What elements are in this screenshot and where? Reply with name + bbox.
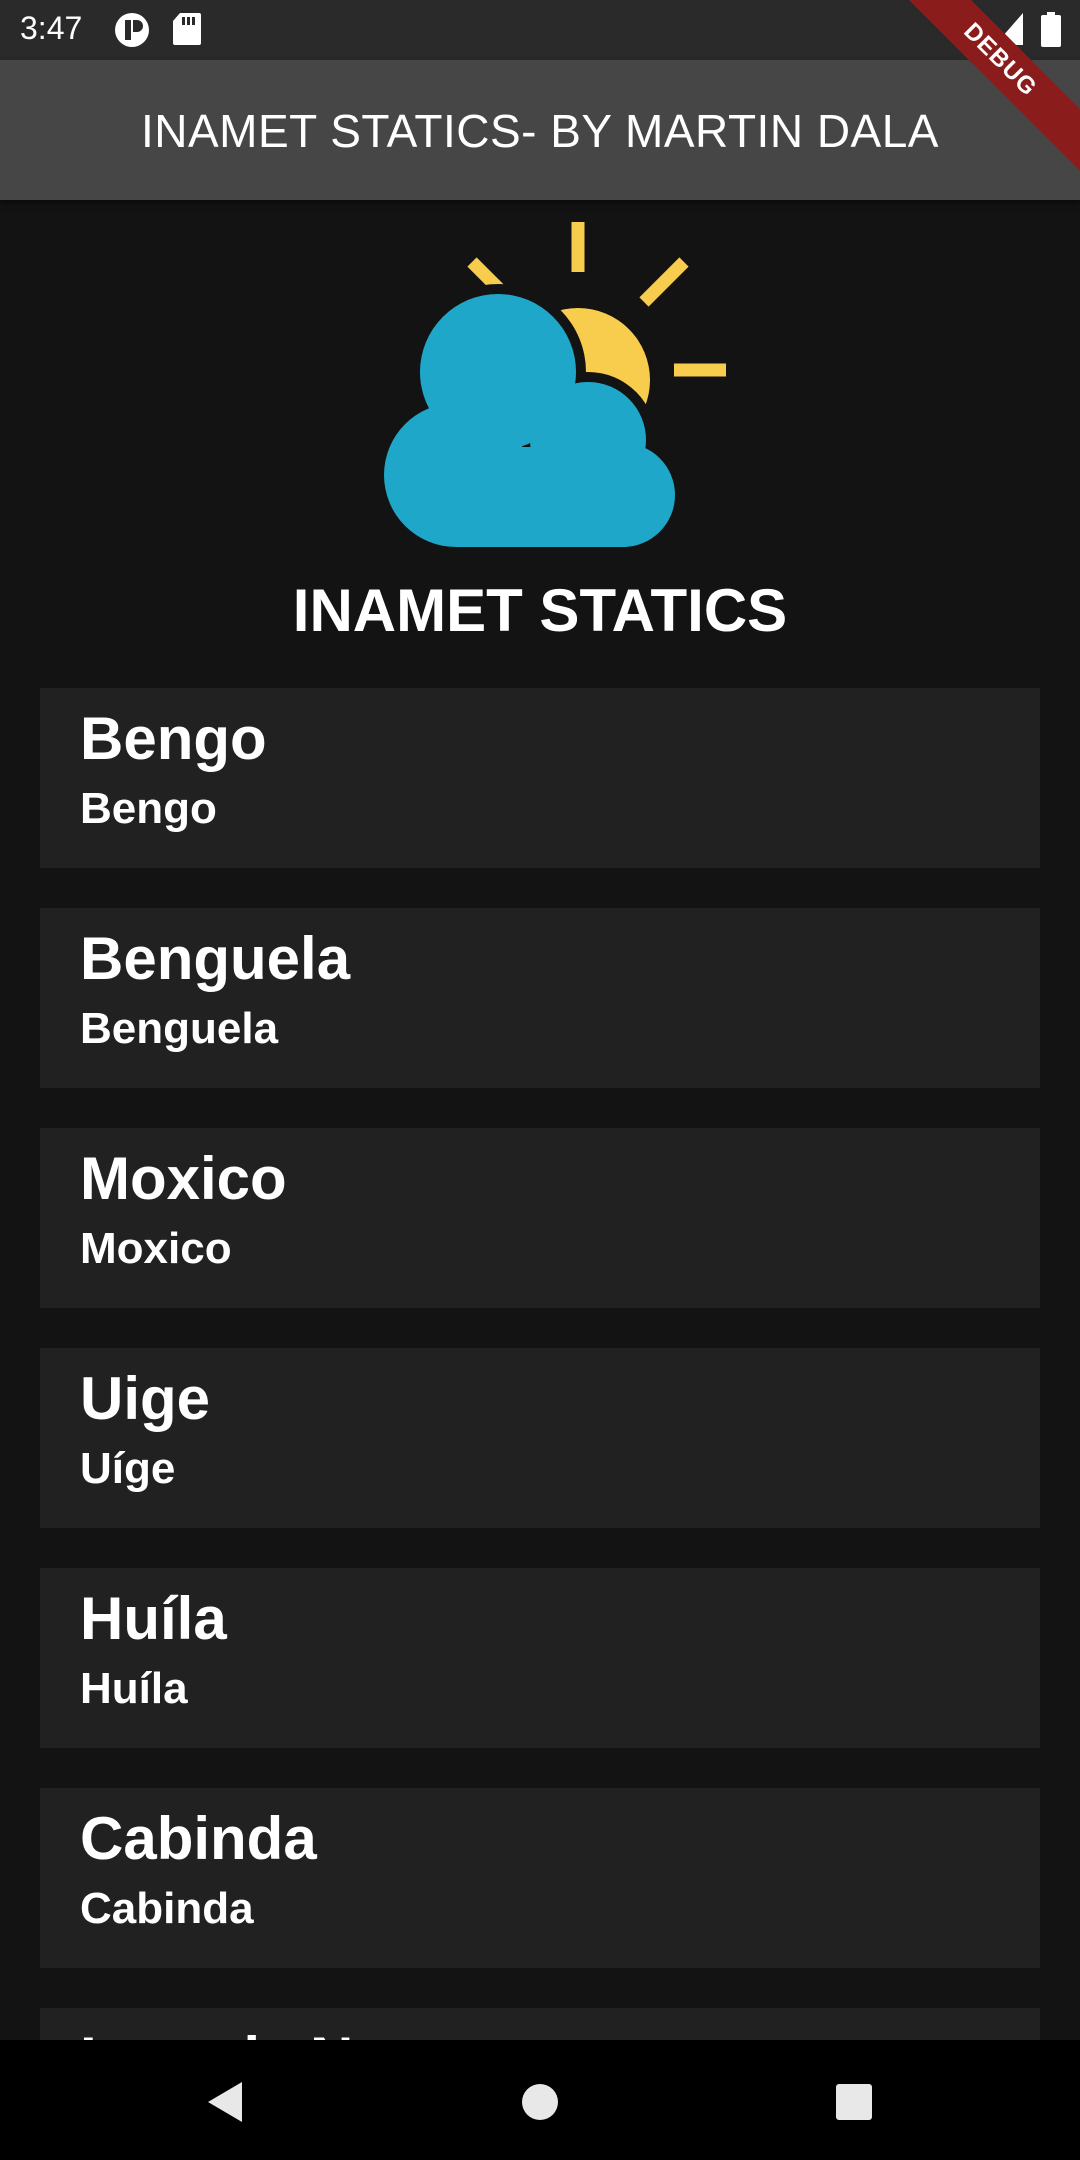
sd-card-icon [172,12,202,51]
app-indicator-icon [114,12,150,53]
province-subtitle: Uíge [80,1444,176,1493]
sun-cloud-icon [340,210,740,560]
province-subtitle: Benguela [80,1004,279,1053]
battery-icon [1040,12,1062,53]
back-icon[interactable] [204,2080,248,2124]
province-subtitle: Huíla [80,1664,188,1713]
province-card-moxico[interactable]: Moxico Moxico [40,1128,1040,1308]
province-name: Benguela [80,925,351,992]
navigation-bar [0,2040,1080,2160]
status-time: 3:47 [20,10,83,46]
province-subtitle: Bengo [80,784,217,833]
province-name: Huíla [80,1585,227,1652]
recents-icon[interactable] [832,2080,876,2124]
province-name: Bengo [80,705,267,772]
province-name: Uige [80,1365,211,1432]
province-list: Bengo Bengo Benguela Benguela Moxico Mox… [40,688,1040,2040]
province-name: Moxico [80,1145,287,1212]
page-title: INAMET STATICS [292,577,788,644]
province-card-uige[interactable]: Uige Uíge [40,1348,1040,1528]
app-bar: INAMET STATICS- BY MARTIN DALA [0,60,1080,200]
app-bar-title: INAMET STATICS- BY MARTIN DALA [141,105,939,157]
province-card-huila[interactable]: Huíla Huíla [40,1568,1040,1748]
province-subtitle: Moxico [80,1224,232,1273]
home-icon[interactable] [518,2080,562,2124]
province-name: Luanda N [80,2024,353,2040]
province-card-luanda-norte[interactable]: Luanda N [40,2008,1040,2040]
province-subtitle: Cabinda [80,1884,254,1933]
province-card-bengo[interactable]: Bengo Bengo [40,688,1040,868]
province-card-cabinda[interactable]: Cabinda Cabinda [40,1788,1040,1968]
province-card-benguela[interactable]: Benguela Benguela [40,908,1040,1088]
province-name: Cabinda [80,1805,317,1872]
